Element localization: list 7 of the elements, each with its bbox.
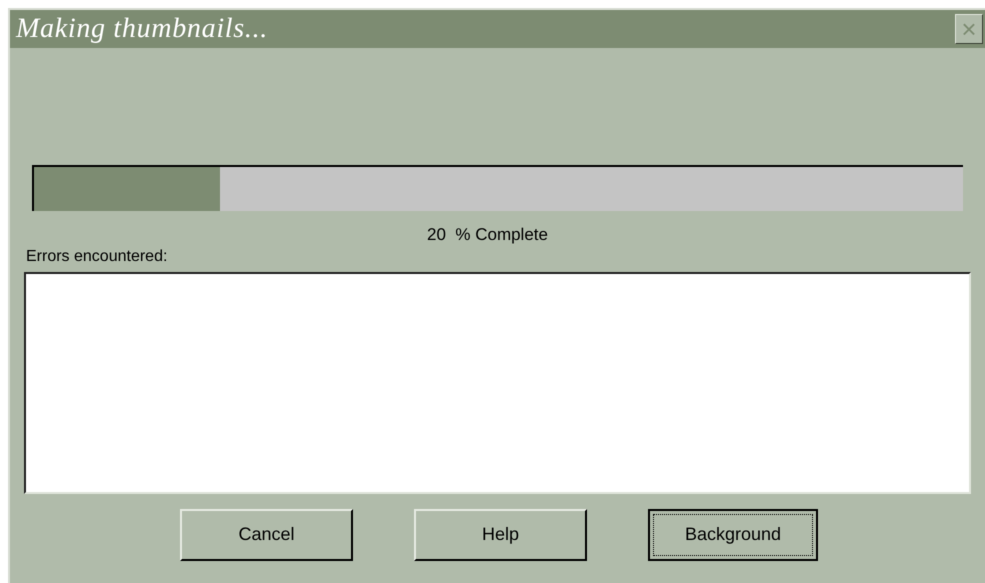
dialog-button[interactable]: Background <box>648 508 818 560</box>
dialog-button[interactable]: Cancel <box>180 508 353 560</box>
errors-label: Errors encountered: <box>26 248 168 264</box>
window-title: Making thumbnails... <box>16 12 268 46</box>
errors-list[interactable] <box>24 272 971 494</box>
dialog-button[interactable]: Help <box>414 508 587 560</box>
progress-reading: 20 % Complete <box>427 224 548 246</box>
